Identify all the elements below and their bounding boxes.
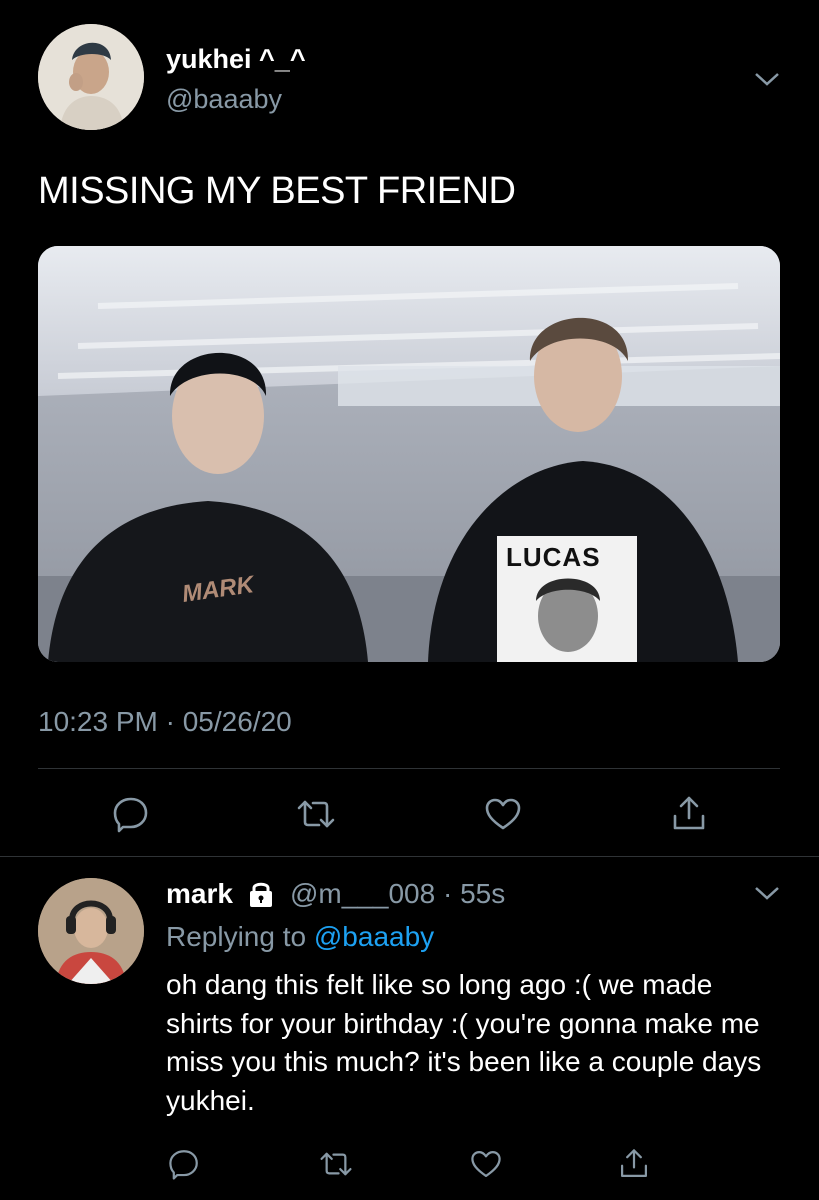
chevron-down-icon[interactable] <box>753 884 781 902</box>
share-button[interactable] <box>666 792 712 836</box>
divider <box>38 768 780 769</box>
tweet-media-photo[interactable]: LUCAS MARK <box>38 246 780 662</box>
retweet-button[interactable] <box>293 792 339 836</box>
author-handle[interactable]: @baaaby <box>166 84 282 115</box>
reply-button[interactable] <box>164 1144 204 1184</box>
like-button[interactable] <box>480 792 526 836</box>
retweet-button[interactable] <box>316 1144 356 1184</box>
chevron-down-icon[interactable] <box>753 70 781 88</box>
retweet-icon <box>297 800 335 828</box>
replying-to-mention[interactable]: @baaaby <box>314 921 434 952</box>
reply-handle-time[interactable]: @m___008 · 55s <box>290 878 505 910</box>
reply-display-name[interactable]: mark <box>166 878 233 910</box>
tweet-text: MISSING MY BEST FRIEND <box>38 170 516 212</box>
tweet-timestamp[interactable]: 10:23 PM · 05/26/20 <box>38 706 292 738</box>
reply-author-avatar[interactable] <box>38 878 144 984</box>
reply-text: oh dang this felt like so long ago :( we… <box>166 969 762 1116</box>
divider <box>0 856 819 857</box>
avatar-photo <box>38 24 144 130</box>
reply-button[interactable] <box>108 792 154 836</box>
author-avatar[interactable] <box>38 24 144 130</box>
share-button[interactable] <box>614 1144 654 1184</box>
like-icon <box>471 1150 501 1178</box>
reply-icon <box>113 797 148 833</box>
share-icon <box>673 796 705 830</box>
author-display-name[interactable]: yukhei ^_^ <box>166 44 306 75</box>
replying-to-label: Replying to <box>166 921 314 952</box>
share-icon <box>620 1149 648 1178</box>
like-button[interactable] <box>466 1144 506 1184</box>
media-illustration <box>38 246 780 662</box>
avatar-photo <box>38 878 144 984</box>
shirt-label-right: LUCAS <box>506 542 601 572</box>
lock-icon <box>250 882 272 907</box>
like-icon <box>485 798 521 830</box>
reply-icon <box>169 1150 198 1180</box>
replying-to: Replying to @baaaby <box>166 921 434 953</box>
retweet-icon <box>320 1152 352 1176</box>
